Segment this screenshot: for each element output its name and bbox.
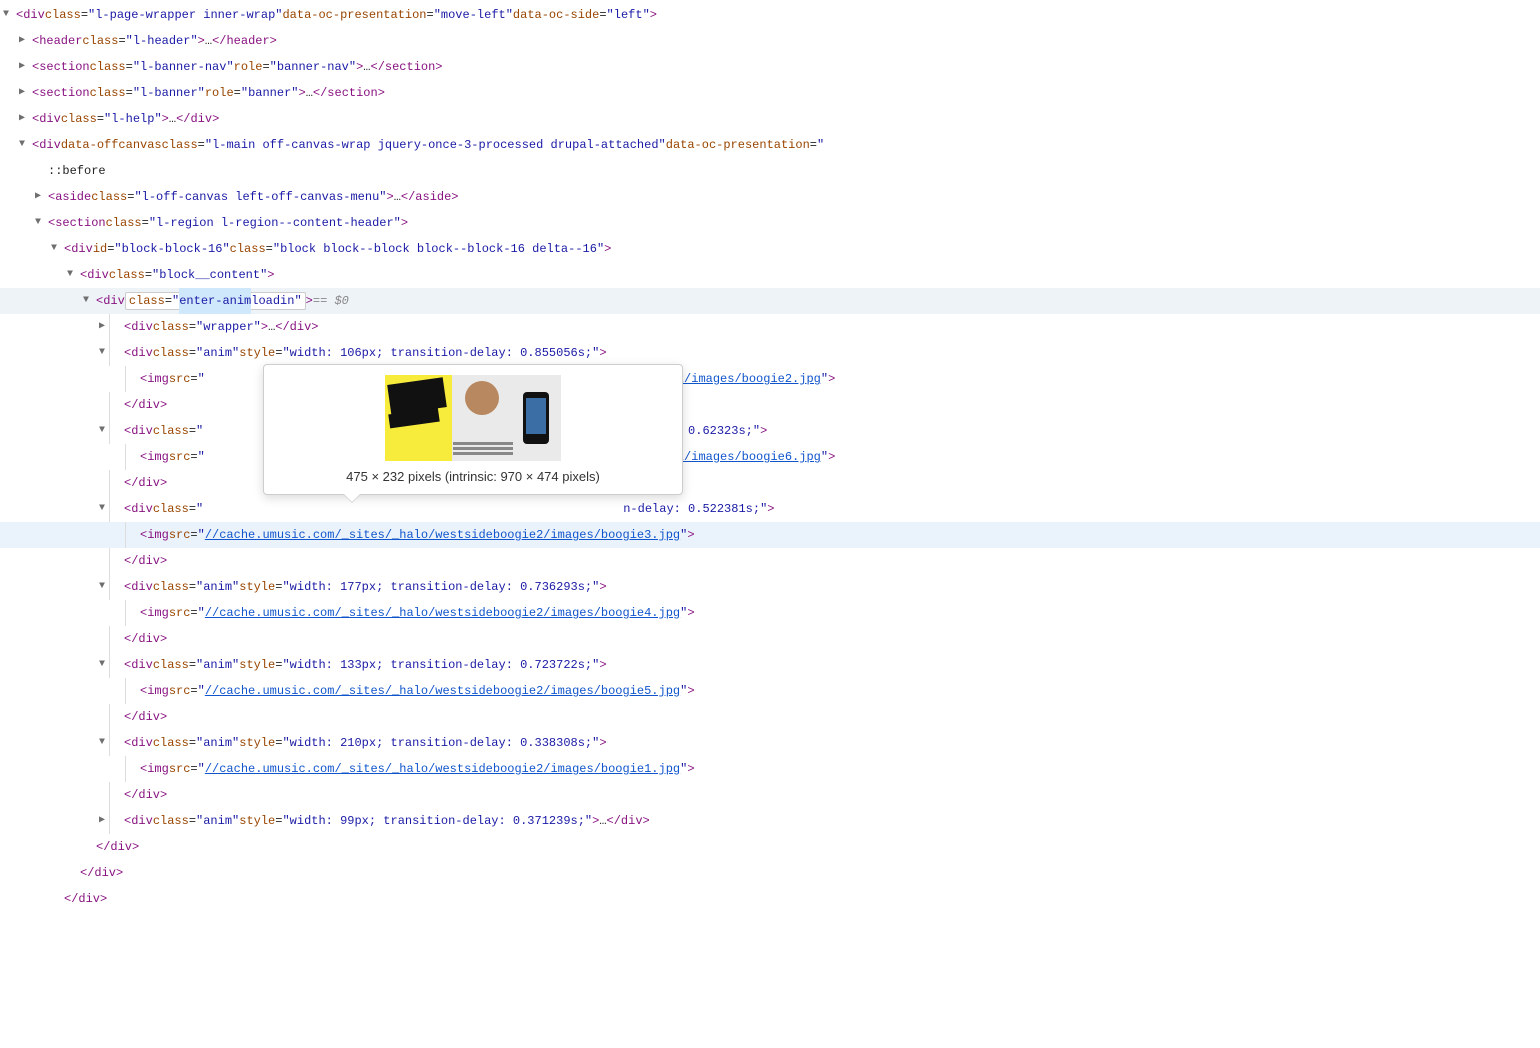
dom-tree-row[interactable]: <img src="//cache.umusic.com/_sites/_hal… xyxy=(0,756,1540,782)
dom-tree-row[interactable]: ▼<div class="n-delay: 0.62323s;"> xyxy=(0,418,1540,444)
dom-tree-row[interactable]: ▶<div class="wrapper">…</div> xyxy=(0,314,1540,340)
expand-arrow-icon[interactable]: ▶ xyxy=(16,80,28,106)
expand-arrow-icon[interactable]: ▶ xyxy=(96,314,108,340)
dom-tree-row[interactable]: ▼<div data-offcanvas class="l-main off-c… xyxy=(0,132,1540,158)
dom-tree-row[interactable]: <img src="//cache.umusic.com/_sites/_hal… xyxy=(0,600,1540,626)
dom-tree-row[interactable]: ▶<section class="l-banner" role="banner"… xyxy=(0,80,1540,106)
expand-arrow-icon[interactable]: ▼ xyxy=(32,210,44,236)
expand-arrow-icon[interactable]: ▼ xyxy=(96,574,108,600)
dom-tree-row[interactable]: ▼<div class="anim" style="width: 106px; … xyxy=(0,340,1540,366)
image-thumbnail xyxy=(385,375,561,461)
dom-tree-row[interactable]: </div> xyxy=(0,626,1540,652)
dom-tree-row[interactable]: ▶<aside class="l-off-canvas left-off-can… xyxy=(0,184,1540,210)
dom-tree-row[interactable]: ▶<section class="l-banner-nav" role="ban… xyxy=(0,54,1540,80)
expand-arrow-icon[interactable]: ▼ xyxy=(96,418,108,444)
url-link[interactable]: //cache.umusic.com/_sites/_halo/westside… xyxy=(205,522,680,548)
dom-tree-row[interactable]: ▼<div class="anim" style="width: 210px; … xyxy=(0,730,1540,756)
dom-tree-row[interactable]: </div> xyxy=(0,860,1540,886)
dom-tree-row[interactable]: </div> xyxy=(0,834,1540,860)
url-link[interactable]: //cache.umusic.com/_sites/_halo/westside… xyxy=(205,756,680,782)
expand-arrow-icon[interactable]: ▶ xyxy=(16,106,28,132)
expand-arrow-icon[interactable]: ▼ xyxy=(64,262,76,288)
expand-arrow-icon[interactable]: ▶ xyxy=(16,28,28,54)
dom-tree-row[interactable]: ▼<div class="block__content"> xyxy=(0,262,1540,288)
expand-arrow-icon[interactable]: ▼ xyxy=(80,288,92,314)
dom-tree-row[interactable]: <img src="sideboogie2/images/boogie6.jpg… xyxy=(0,444,1540,470)
expand-arrow-icon[interactable]: ▶ xyxy=(32,184,44,210)
dom-tree-row[interactable]: <img src="//cache.umusic.com/_sites/_hal… xyxy=(0,678,1540,704)
dom-tree-row[interactable]: ▼<div id="block-block-16" class="block b… xyxy=(0,236,1540,262)
expand-arrow-icon[interactable]: ▼ xyxy=(96,652,108,678)
dom-tree-row[interactable]: </div> xyxy=(0,470,1540,496)
dom-tree-row[interactable]: ▶<div class="l-help">…</div> xyxy=(0,106,1540,132)
dom-tree-row[interactable]: </div> xyxy=(0,886,1540,912)
expand-arrow-icon[interactable]: ▶ xyxy=(16,54,28,80)
dom-tree-row[interactable]: ▼<div class="n-delay: 0.522381s;"> xyxy=(0,496,1540,522)
expand-arrow-icon[interactable]: ▼ xyxy=(48,236,60,262)
expand-arrow-icon[interactable]: ▼ xyxy=(0,2,12,28)
dom-tree-row[interactable]: ::before xyxy=(0,158,1540,184)
dom-tree-row[interactable]: ▶<div class="anim" style="width: 99px; t… xyxy=(0,808,1540,834)
image-hover-tooltip: 475 × 232 pixels (intrinsic: 970 × 474 p… xyxy=(263,364,683,495)
dom-tree-row[interactable]: </div> xyxy=(0,782,1540,808)
image-dimensions-text: 475 × 232 pixels (intrinsic: 970 × 474 p… xyxy=(272,469,674,486)
dom-tree-row[interactable]: ▶<header class="l-header">…</header> xyxy=(0,28,1540,54)
expand-arrow-icon[interactable]: ▼ xyxy=(16,132,28,158)
elements-panel: ▼<div class="l-page-wrapper inner-wrap" … xyxy=(0,0,1540,912)
dom-tree-row[interactable]: ▼<div class="anim" style="width: 177px; … xyxy=(0,574,1540,600)
url-link[interactable]: //cache.umusic.com/_sites/_halo/westside… xyxy=(205,600,680,626)
dom-tree-row[interactable]: ▼<div class="anim" style="width: 133px; … xyxy=(0,652,1540,678)
dom-tree-row[interactable]: ▼<div class="l-page-wrapper inner-wrap" … xyxy=(0,2,1540,28)
dom-tree-row[interactable]: ▼<div class="enter-anim loadin"> == $0 xyxy=(0,288,1540,314)
expand-arrow-icon[interactable]: ▼ xyxy=(96,340,108,366)
dom-tree-row[interactable]: </div> xyxy=(0,548,1540,574)
dom-tree-row[interactable]: <img src="//cache.umusic.com/_sites/_hal… xyxy=(0,522,1540,548)
dom-tree-row[interactable]: </div> xyxy=(0,392,1540,418)
expand-arrow-icon[interactable]: ▼ xyxy=(96,496,108,522)
url-link[interactable]: //cache.umusic.com/_sites/_halo/westside… xyxy=(205,678,680,704)
dom-tree-row[interactable]: ▼<section class="l-region l-region--cont… xyxy=(0,210,1540,236)
expand-arrow-icon[interactable]: ▶ xyxy=(96,808,108,834)
expand-arrow-icon[interactable]: ▼ xyxy=(96,730,108,756)
dom-tree-row[interactable]: </div> xyxy=(0,704,1540,730)
selected-attribute-box[interactable]: class="enter-anim loadin" xyxy=(125,292,306,310)
dom-tree-row[interactable]: <img src="sideboogie2/images/boogie2.jpg… xyxy=(0,366,1540,392)
